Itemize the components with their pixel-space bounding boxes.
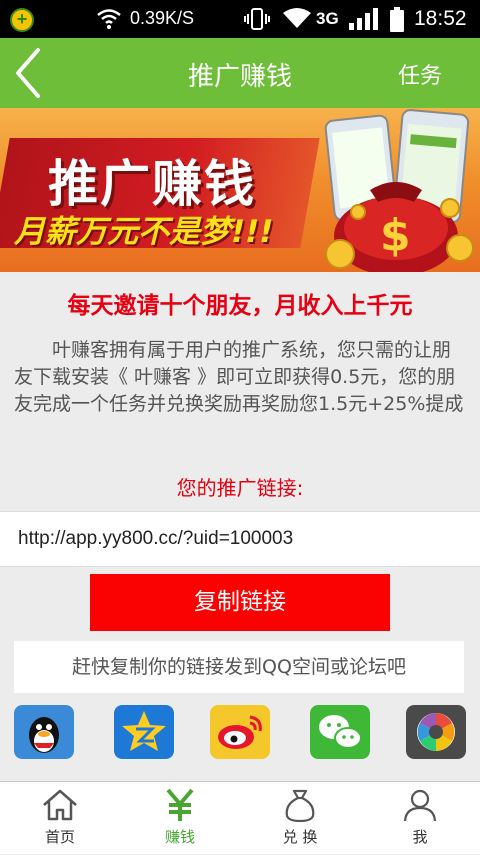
nav-label-exchange: 兑 换 xyxy=(282,828,318,846)
promo-banner: 推广赚钱 月薪万元不是梦!!! $ xyxy=(0,108,480,272)
app-notification-icon: + xyxy=(10,8,34,32)
copy-link-button[interactable]: 复制链接 xyxy=(90,574,390,631)
qzone-icon[interactable] xyxy=(114,705,174,759)
nav-item-home[interactable]: 首页 xyxy=(0,782,120,855)
promo-description: 叶赚客拥有属于用户的推广系统，您只需的让朋友下载安装《 叶赚客 》即可立即获得0… xyxy=(14,339,464,415)
nav-label-me: 我 xyxy=(412,828,428,846)
link-label: 您的推广链接: xyxy=(176,476,304,500)
task-button[interactable]: 任务 xyxy=(398,58,442,90)
weibo-icon[interactable] xyxy=(210,705,270,759)
status-bar: + 0.39K/S 3G 18:52 xyxy=(0,0,480,38)
money-bag-phones-illustration: $ xyxy=(324,109,474,272)
nav-label-home: 首页 xyxy=(44,828,75,846)
nav-item-me[interactable]: 我 xyxy=(360,782,480,855)
wifi-signal-icon xyxy=(283,8,311,28)
svg-text:$: $ xyxy=(380,210,411,261)
vibrate-icon xyxy=(244,8,270,30)
app-header: 推广赚钱 任务 xyxy=(0,38,480,108)
nav-item-earn[interactable]: 赚钱 xyxy=(120,782,240,855)
wifi-icon xyxy=(97,9,121,29)
clock: 18:52 xyxy=(414,7,467,30)
share-hint: 赶快复制你的链接发到QQ空间或论坛吧 xyxy=(14,641,464,693)
bottom-nav: 首页 赚钱 兑 换 我 xyxy=(0,781,480,854)
banner-slogan: 月薪万元不是梦!!! xyxy=(14,214,274,250)
yuan-icon xyxy=(166,788,194,821)
referral-link-field[interactable]: http://app.yy800.cc/?uid=100003 xyxy=(0,511,480,567)
user-icon xyxy=(403,789,437,822)
referral-link-text: http://app.yy800.cc/?uid=100003 xyxy=(18,528,294,549)
money-bag-icon xyxy=(285,789,315,822)
network-type: 3G xyxy=(316,9,339,28)
wechat-icon[interactable] xyxy=(310,705,370,759)
moments-icon[interactable] xyxy=(406,705,466,759)
qq-icon[interactable] xyxy=(14,705,74,759)
nav-item-exchange[interactable]: 兑 换 xyxy=(240,782,360,855)
cell-signal-icon xyxy=(349,8,378,30)
network-speed: 0.39K/S xyxy=(130,8,195,28)
share-row xyxy=(0,705,480,763)
promo-headline: 每天邀请十个朋友，月收入上千元 xyxy=(67,293,413,319)
nav-label-earn: 赚钱 xyxy=(164,828,195,846)
home-icon xyxy=(43,789,77,821)
battery-icon xyxy=(390,7,404,32)
